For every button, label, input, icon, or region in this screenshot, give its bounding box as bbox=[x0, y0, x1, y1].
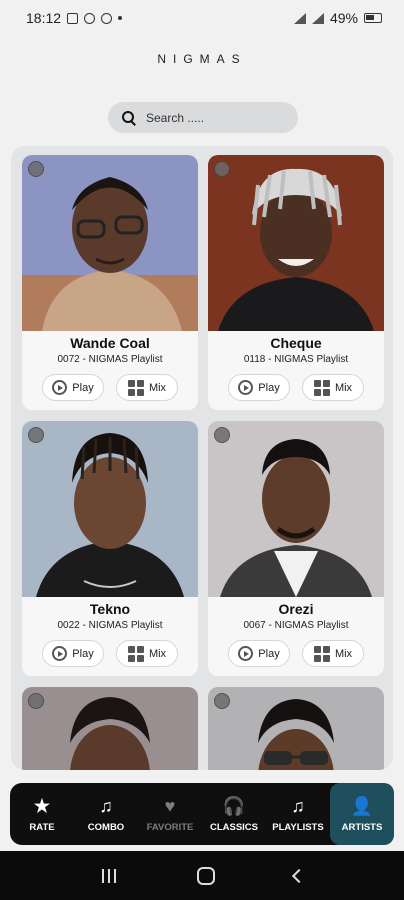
artist-card[interactable]: Tekno 0022 - NIGMAS Playlist Play Mix bbox=[22, 421, 198, 676]
bottom-navigation: ★ RATE ♫ COMBO ♥ FAVORITE 🎧 CLASSICS ♫ P… bbox=[10, 783, 394, 845]
grid-icon bbox=[313, 645, 330, 662]
mix-label: Mix bbox=[334, 381, 353, 394]
artist-portrait bbox=[208, 687, 384, 770]
person-icon: 👤 bbox=[350, 795, 374, 816]
play-label: Play bbox=[72, 381, 94, 394]
artist-portrait bbox=[208, 421, 384, 597]
select-toggle[interactable] bbox=[214, 693, 230, 709]
mix-label: Mix bbox=[148, 647, 167, 660]
play-icon bbox=[52, 646, 68, 661]
status-time: 18:12 bbox=[26, 10, 62, 26]
play-icon bbox=[238, 380, 254, 395]
gallery-icon bbox=[67, 12, 79, 24]
nav-item-playlists[interactable]: ♫ PLAYLISTS bbox=[266, 783, 330, 845]
recents-icon[interactable] bbox=[100, 868, 118, 883]
status-left: 18:12 bbox=[26, 10, 123, 26]
nav-item-favorite[interactable]: ♥ FAVORITE bbox=[138, 783, 202, 845]
select-toggle[interactable] bbox=[214, 427, 230, 443]
artist-photo bbox=[22, 155, 198, 331]
status-right: 49% bbox=[293, 10, 382, 26]
play-label: Play bbox=[258, 381, 280, 394]
settings-icon bbox=[84, 12, 96, 24]
status-bar: 18:12 49% bbox=[0, 0, 404, 36]
artist-portrait bbox=[208, 155, 384, 331]
nav-item-artists[interactable]: 👤 ARTISTS bbox=[330, 783, 394, 845]
artist-name: Orezi bbox=[278, 601, 314, 617]
search-bar[interactable] bbox=[108, 102, 298, 133]
artist-playlist: 0022 - NIGMAS Playlist bbox=[57, 620, 163, 631]
select-toggle[interactable] bbox=[214, 161, 230, 177]
mix-label: Mix bbox=[334, 647, 353, 660]
artist-card[interactable]: Orezi 0067 - NIGMAS Playlist Play Mix bbox=[208, 421, 384, 676]
play-button[interactable]: Play bbox=[228, 640, 290, 667]
star-icon: ★ bbox=[33, 795, 51, 816]
mix-button[interactable]: Mix bbox=[302, 374, 364, 401]
artist-photo bbox=[208, 155, 384, 331]
nav-item-rate[interactable]: ★ RATE bbox=[10, 783, 74, 845]
nav-label: ARTISTS bbox=[341, 821, 383, 833]
nav-label: CLASSICS bbox=[209, 821, 259, 833]
search-icon bbox=[122, 110, 136, 125]
play-label: Play bbox=[72, 647, 94, 660]
play-label: Play bbox=[258, 647, 280, 660]
play-icon bbox=[238, 646, 254, 661]
battery-percentage: 49% bbox=[329, 10, 358, 26]
play-button[interactable]: Play bbox=[42, 374, 104, 401]
mix-label: Mix bbox=[148, 381, 167, 394]
artist-portrait bbox=[22, 687, 198, 770]
artist-playlist: 0118 - NIGMAS Playlist bbox=[243, 354, 349, 365]
artist-name: Wande Coal bbox=[70, 335, 150, 351]
home-icon[interactable] bbox=[196, 866, 215, 885]
artist-photo bbox=[22, 687, 198, 770]
mix-button[interactable]: Mix bbox=[116, 374, 178, 401]
signal-icon bbox=[311, 12, 324, 24]
artist-photo bbox=[208, 687, 384, 770]
back-icon[interactable] bbox=[292, 868, 307, 883]
play-icon bbox=[52, 380, 68, 395]
app-title: NIGMAS bbox=[157, 52, 247, 66]
artist-photo bbox=[22, 421, 198, 597]
select-toggle[interactable] bbox=[28, 693, 44, 709]
nav-item-combo[interactable]: ♫ COMBO bbox=[74, 783, 138, 845]
nav-label: RATE bbox=[29, 821, 55, 833]
network-icon bbox=[293, 12, 306, 24]
mix-button[interactable]: Mix bbox=[302, 640, 364, 667]
artist-playlist: 0067 - NIGMAS Playlist bbox=[243, 620, 349, 631]
artist-card[interactable]: Cheque 0118 - NIGMAS Playlist Play Mix bbox=[208, 155, 384, 410]
artist-playlist: 0072 - NIGMAS Playlist bbox=[57, 354, 163, 365]
battery-icon bbox=[364, 13, 382, 23]
mix-button[interactable]: Mix bbox=[116, 640, 178, 667]
nav-label: PLAYLISTS bbox=[272, 821, 324, 833]
select-toggle[interactable] bbox=[28, 427, 44, 443]
artist-grid[interactable]: Wande Coal 0072 - NIGMAS Playlist Play M… bbox=[11, 146, 393, 770]
artist-name: Cheque bbox=[270, 335, 322, 351]
music-note-icon: ♫ bbox=[291, 795, 305, 816]
notification-dot-icon bbox=[118, 16, 123, 20]
artist-photo bbox=[208, 421, 384, 597]
system-navigation-bar bbox=[0, 851, 404, 900]
nav-label: COMBO bbox=[87, 821, 125, 833]
artist-portrait bbox=[22, 421, 198, 597]
select-toggle[interactable] bbox=[28, 161, 44, 177]
artist-card[interactable] bbox=[208, 687, 384, 770]
nav-item-classics[interactable]: 🎧 CLASSICS bbox=[202, 783, 266, 845]
artist-portrait bbox=[22, 155, 198, 331]
grid-icon bbox=[127, 379, 144, 396]
heart-icon: ♥ bbox=[164, 795, 176, 816]
artist-card[interactable] bbox=[22, 687, 198, 770]
search-input[interactable] bbox=[146, 110, 286, 125]
grid-icon bbox=[313, 379, 330, 396]
artist-card[interactable]: Wande Coal 0072 - NIGMAS Playlist Play M… bbox=[22, 155, 198, 410]
artist-name: Tekno bbox=[89, 601, 131, 617]
play-button[interactable]: Play bbox=[42, 640, 104, 667]
music-note-icon: ♫ bbox=[99, 795, 113, 816]
headphones-icon: 🎧 bbox=[222, 795, 246, 816]
nav-label: FAVORITE bbox=[146, 821, 194, 833]
sync-icon bbox=[101, 12, 113, 24]
grid-icon bbox=[127, 645, 144, 662]
play-button[interactable]: Play bbox=[228, 374, 290, 401]
